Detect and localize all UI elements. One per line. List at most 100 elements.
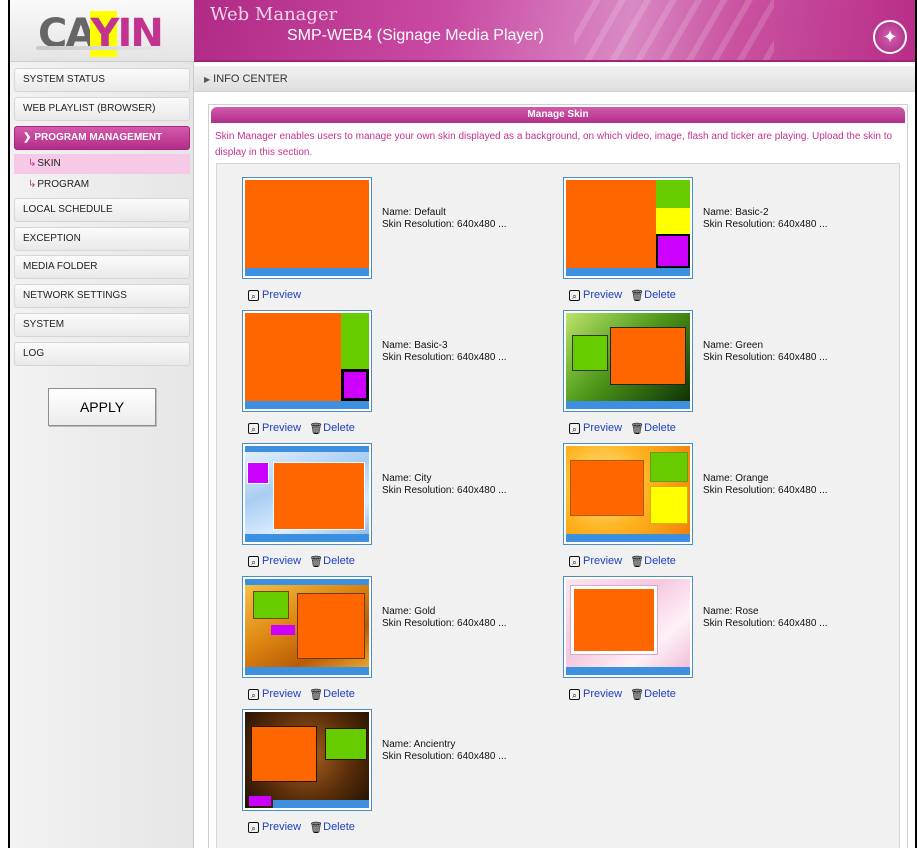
magnifier-icon: ⌕ [248, 423, 259, 434]
manage-skin-panel: Manage Skin Skin Manager enables users t… [208, 104, 908, 848]
delete-link[interactable]: 🗑Delete [309, 688, 355, 701]
sidebar-item-network-settings[interactable]: NETWORK SETTINGS [14, 284, 190, 308]
skin-card: Name: Basic-2 Skin Resolution: 640x480 .… [563, 177, 883, 307]
apply-button[interactable]: APPLY [48, 388, 156, 426]
skin-thumbnail[interactable] [242, 576, 372, 678]
skin-card: Name: Rose Skin Resolution: 640x480 ... … [563, 576, 883, 706]
skin-card: Name: Orange Skin Resolution: 640x480 ..… [563, 443, 883, 573]
magnifier-icon: ⌕ [569, 689, 580, 700]
magnifier-icon: ⌕ [569, 423, 580, 434]
preview-link[interactable]: ⌕ Preview [569, 688, 622, 700]
panel-description: Skin Manager enables users to manage you… [215, 131, 893, 158]
trash-icon: 🗑 [630, 290, 645, 302]
main-content: ▶ INFO CENTER Manage Skin Skin Manager en… [194, 62, 915, 848]
breadcrumb: ▶ INFO CENTER [194, 66, 915, 92]
trash-icon: 🗑 [630, 423, 645, 435]
skin-card: Name: City Skin Resolution: 640x480 ... … [242, 443, 562, 573]
sidebar-subitem-program[interactable]: ↳PROGRAM [14, 175, 190, 195]
skin-thumbnail[interactable] [242, 177, 372, 279]
logo-area: CAYIN [10, 0, 194, 62]
sub-arrow-icon: ↳ [28, 158, 37, 169]
skin-name: Name: City [382, 473, 432, 484]
skin-resolution: Skin Resolution: 640x480 ... [382, 219, 507, 230]
trash-icon: 🗑 [309, 689, 324, 701]
skin-thumbnail[interactable] [563, 310, 693, 412]
trash-icon: 🗑 [309, 556, 324, 568]
magnifier-icon: ⌕ [248, 290, 259, 301]
preview-link[interactable]: ⌕ Preview [569, 289, 622, 301]
sidebar-item-media-folder[interactable]: MEDIA FOLDER [14, 255, 190, 279]
sidebar-item-local-schedule[interactable]: LOCAL SCHEDULE [14, 198, 190, 222]
play-arrow-icon: ▶ [204, 75, 211, 84]
skin-name: Name: Default [382, 207, 446, 218]
skin-card: Name: Ancientry Skin Resolution: 640x480… [242, 709, 562, 839]
skin-resolution: Skin Resolution: 640x480 ... [703, 485, 828, 496]
skin-resolution: Skin Resolution: 640x480 ... [703, 219, 828, 230]
sidebar-item-label: PROGRAM MANAGEMENT [34, 132, 163, 143]
trash-icon: 🗑 [309, 822, 324, 834]
skin-name: Name: Orange [703, 473, 769, 484]
trash-icon: 🗑 [630, 689, 645, 701]
skin-thumbnail[interactable] [242, 443, 372, 545]
app-frame: CAYIN Web Manager SMP-WEB4 (Signage Medi… [8, 0, 917, 848]
panel-title: Manage Skin [211, 107, 905, 123]
skin-card: Name: Basic-3 Skin Resolution: 640x480 .… [242, 310, 562, 440]
expand-arrow-icon: ❯ [23, 132, 32, 143]
skin-resolution: Skin Resolution: 640x480 ... [382, 352, 507, 363]
preview-link[interactable]: ⌕ Preview [248, 821, 301, 833]
banner-title: Web Manager [210, 4, 338, 25]
skin-name: Name: Ancientry [382, 739, 456, 750]
skin-thumbnail[interactable] [563, 576, 693, 678]
trash-icon: 🗑 [309, 423, 324, 435]
delete-link[interactable]: 🗑Delete [309, 821, 355, 834]
preview-link[interactable]: ⌕ Preview [248, 555, 301, 567]
preview-link[interactable]: ⌕ Preview [248, 688, 301, 700]
skin-resolution: Skin Resolution: 640x480 ... [382, 751, 507, 762]
magnifier-icon: ⌕ [248, 689, 259, 700]
magnifier-icon: ⌕ [569, 556, 580, 567]
skin-resolution: Skin Resolution: 640x480 ... [703, 352, 828, 363]
skin-name: Name: Basic-3 [382, 340, 448, 351]
skin-card: Name: Default Skin Resolution: 640x480 .… [242, 177, 562, 307]
sidebar-item-program-management[interactable]: ❯ PROGRAM MANAGEMENT [14, 126, 190, 150]
sub-arrow-icon: ↳ [28, 179, 37, 190]
skin-name: Name: Basic-2 [703, 207, 769, 218]
sidebar: SYSTEM STATUS WEB PLAYLIST (BROWSER) ❯ PR… [10, 62, 194, 848]
sidebar-item-exception[interactable]: EXCEPTION [14, 227, 190, 251]
preview-link[interactable]: ⌕ Preview [248, 422, 301, 434]
delete-link[interactable]: 🗑Delete [630, 555, 676, 568]
delete-link[interactable]: 🗑Delete [630, 422, 676, 435]
magic-wand-icon[interactable]: ✦ [873, 20, 907, 54]
skin-card: Name: Green Skin Resolution: 640x480 ...… [563, 310, 883, 440]
magnifier-icon: ⌕ [569, 290, 580, 301]
logo-swoosh [36, 46, 166, 50]
trash-icon: 🗑 [630, 556, 645, 568]
delete-link[interactable]: 🗑Delete [309, 422, 355, 435]
skin-thumbnail[interactable] [242, 310, 372, 412]
sidebar-item-log[interactable]: LOG [14, 342, 190, 366]
skin-card: Name: Gold Skin Resolution: 640x480 ... … [242, 576, 562, 706]
skin-thumbnail[interactable] [563, 443, 693, 545]
magnifier-icon: ⌕ [248, 822, 259, 833]
skin-name: Name: Green [703, 340, 764, 351]
skin-resolution: Skin Resolution: 640x480 ... [382, 618, 507, 629]
sidebar-item-system[interactable]: SYSTEM [14, 313, 190, 337]
header-banner: Web Manager SMP-WEB4 (Signage Media Play… [194, 0, 915, 62]
delete-link[interactable]: 🗑Delete [630, 289, 676, 302]
sidebar-item-web-playlist[interactable]: WEB PLAYLIST (BROWSER) [14, 97, 190, 121]
preview-link[interactable]: ⌕ Preview [248, 289, 301, 301]
sidebar-subitem-skin[interactable]: ↳SKIN [14, 154, 190, 174]
skin-name: Name: Rose [703, 606, 759, 617]
skin-name: Name: Gold [382, 606, 436, 617]
skin-thumbnail[interactable] [242, 709, 372, 811]
magnifier-icon: ⌕ [248, 556, 259, 567]
delete-link[interactable]: 🗑Delete [630, 688, 676, 701]
skin-grid: Name: Default Skin Resolution: 640x480 .… [216, 163, 900, 848]
delete-link[interactable]: 🗑Delete [309, 555, 355, 568]
preview-link[interactable]: ⌕ Preview [569, 555, 622, 567]
preview-link[interactable]: ⌕ Preview [569, 422, 622, 434]
skin-resolution: Skin Resolution: 640x480 ... [703, 618, 828, 629]
skin-resolution: Skin Resolution: 640x480 ... [382, 485, 507, 496]
sidebar-item-system-status[interactable]: SYSTEM STATUS [14, 68, 190, 92]
skin-thumbnail[interactable] [563, 177, 693, 279]
